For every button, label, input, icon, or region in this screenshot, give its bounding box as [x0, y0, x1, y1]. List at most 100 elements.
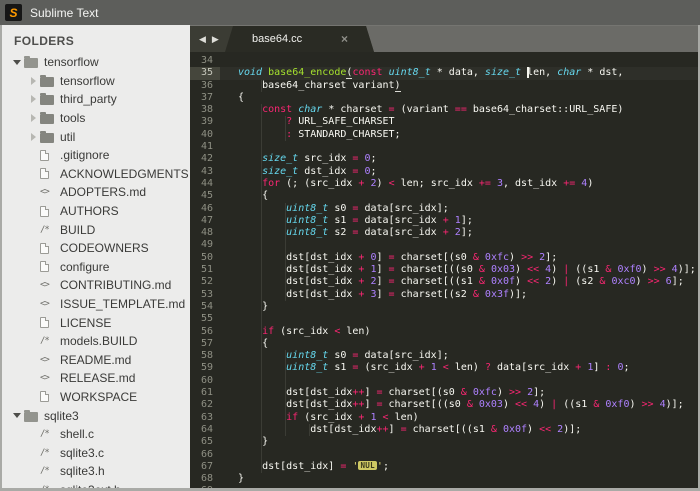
- code-line[interactable]: 40: STANDARD_CHARSET;: [190, 128, 698, 142]
- code-line[interactable]: 51 dst[dst_idx + 1] = charset[((s0 & 0x03…: [190, 264, 698, 277]
- tree-item[interactable]: third_party: [2, 90, 190, 109]
- code-line[interactable]: 57 {: [190, 337, 698, 351]
- tree-item[interactable]: /* sqlite3.c: [2, 443, 190, 462]
- code-line[interactable]: 64 dst[dst_idx++] = charset[((s1 & 0x0f) …: [190, 423, 698, 437]
- code-text[interactable]: {: [220, 190, 698, 203]
- code-line[interactable]: 68}: [190, 473, 698, 485]
- code-line[interactable]: 67 dst[dst_idx] = ' NUL ';: [190, 460, 698, 474]
- line-number[interactable]: 40: [190, 129, 220, 141]
- line-number[interactable]: 50: [190, 252, 220, 264]
- code-text[interactable]: base64_charset variant): [220, 79, 698, 92]
- line-number[interactable]: 56: [190, 326, 220, 338]
- code-text[interactable]: size_t src_idx = 0;: [220, 153, 698, 166]
- code-line[interactable]: 60: [190, 374, 698, 388]
- tree-item[interactable]: /* sqlite3.h: [2, 462, 190, 481]
- code-text[interactable]: [220, 374, 698, 388]
- collapse-icon[interactable]: [10, 59, 24, 65]
- code-line[interactable]: 46 uint8_t s0 = data[src_idx];: [190, 202, 698, 215]
- line-number[interactable]: 36: [190, 80, 220, 92]
- line-number[interactable]: 49: [190, 239, 220, 251]
- expand-icon[interactable]: [26, 114, 40, 123]
- tab-scroll-left-icon[interactable]: ◀: [199, 34, 206, 45]
- code-line[interactable]: 35 void base64_encode(const uint8_t * dat…: [190, 67, 698, 80]
- line-number[interactable]: 61: [190, 387, 220, 399]
- code-text[interactable]: dst[dst_idx++] = charset[(s0 & 0xfc) >> …: [220, 387, 698, 400]
- code-line[interactable]: 42 size_t src_idx = 0;: [190, 153, 698, 166]
- code-line[interactable]: 65}: [190, 436, 698, 449]
- code-line[interactable]: 43 size_t dst_idx = 0;: [190, 165, 698, 178]
- code-text[interactable]: ? URL_SAFE_CHARSET: [220, 116, 698, 129]
- tree-item[interactable]: .gitignore: [2, 146, 190, 165]
- code-text[interactable]: dst[dst_idx + 1] = charset[((s0 & 0x03) …: [220, 264, 698, 277]
- tree-item[interactable]: WORKSPACE: [2, 388, 190, 407]
- code-text[interactable]: [220, 55, 698, 67]
- tab-label[interactable]: base64.cc: [252, 33, 341, 45]
- code-text[interactable]: uint8_t s1 = data[src_idx + 1];: [220, 214, 698, 228]
- code-line[interactable]: 66: [190, 448, 698, 461]
- line-number[interactable]: 58: [190, 350, 220, 362]
- line-number[interactable]: 59: [190, 362, 220, 374]
- code-text[interactable]: {: [220, 92, 698, 104]
- code-text[interactable]: dst[dst_idx++] = charset[((s1 & 0x0f) <<…: [220, 423, 698, 437]
- code-text[interactable]: {: [220, 337, 698, 351]
- line-number[interactable]: 41: [190, 141, 220, 153]
- code-text[interactable]: const char * charset = (variant == base6…: [220, 104, 698, 117]
- code-line[interactable]: 54}: [190, 300, 698, 314]
- code-line[interactable]: 45 {: [190, 190, 698, 203]
- code-line[interactable]: 56 if (src_idx < len): [190, 325, 698, 338]
- code-line[interactable]: 61 dst[dst_idx++] = charset[(s0 & 0xfc) >…: [190, 387, 698, 400]
- code-text[interactable]: dst[dst_idx] = ' NUL ';: [220, 460, 698, 474]
- line-number[interactable]: 38: [190, 104, 220, 116]
- tab-close-icon[interactable]: ×: [341, 33, 348, 45]
- tree-item[interactable]: CODEOWNERS: [2, 239, 190, 258]
- code-line[interactable]: 53 dst[dst_idx + 3] = charset[(s2 & 0x3f)…: [190, 288, 698, 301]
- collapse-icon[interactable]: [10, 413, 24, 419]
- code-line[interactable]: 44 for (; (src_idx + 2) < len; src_idx +=…: [190, 177, 698, 191]
- line-number[interactable]: 53: [190, 289, 220, 301]
- tree-item[interactable]: sqlite3: [2, 406, 190, 425]
- line-number[interactable]: 43: [190, 166, 220, 178]
- code-text[interactable]: }: [220, 473, 698, 485]
- code-text[interactable]: [220, 239, 698, 252]
- tree-item[interactable]: <> RELEASE.md: [2, 369, 190, 388]
- code-text[interactable]: if (src_idx < len): [220, 325, 698, 338]
- tree-item[interactable]: tools: [2, 109, 190, 128]
- line-number[interactable]: 37: [190, 92, 220, 104]
- code-text[interactable]: dst[dst_idx + 3] = charset[(s2 & 0x3f)];: [220, 288, 698, 301]
- expand-icon[interactable]: [26, 76, 40, 85]
- code-text[interactable]: uint8_t s1 = (src_idx + 1 < len) ? data[…: [220, 362, 698, 375]
- tree-item[interactable]: /* models.BUILD: [2, 332, 190, 351]
- tree-item[interactable]: <> ADOPTERS.md: [2, 183, 190, 202]
- tree-item[interactable]: <> README.md: [2, 351, 190, 370]
- tree-item[interactable]: <> CONTRIBUTING.md: [2, 276, 190, 295]
- tree-item[interactable]: configure: [2, 258, 190, 277]
- code-text[interactable]: dst[dst_idx + 0] = charset[(s0 & 0xfc) >…: [220, 251, 698, 265]
- line-number[interactable]: 51: [190, 264, 220, 276]
- tree-item[interactable]: /* sqlite3ext.h: [2, 481, 190, 488]
- tree-item[interactable]: AUTHORS: [2, 202, 190, 221]
- code-area[interactable]: 34 35 void base64_encode(const uint8_t * d…: [190, 52, 698, 488]
- code-text[interactable]: dst[dst_idx + 2] = charset[((s1 & 0x0f) …: [220, 276, 698, 289]
- line-number[interactable]: 52: [190, 276, 220, 288]
- tree-item[interactable]: LICENSE: [2, 313, 190, 332]
- code-line[interactable]: 52 dst[dst_idx + 2] = charset[((s1 & 0x0f…: [190, 276, 698, 289]
- line-number[interactable]: 35: [190, 67, 220, 80]
- code-text[interactable]: uint8_t s0 = data[src_idx];: [220, 350, 698, 363]
- code-line[interactable]: 37 {: [190, 92, 698, 104]
- code-line[interactable]: 59 uint8_t s1 = (src_idx + 1 < len) ? dat…: [190, 362, 698, 375]
- tree-item[interactable]: tensorflow: [2, 53, 190, 72]
- line-number[interactable]: 68: [190, 473, 220, 485]
- code-line[interactable]: 48 uint8_t s2 = data[src_idx + 2];: [190, 227, 698, 240]
- code-line[interactable]: 41: [190, 141, 698, 154]
- code-text[interactable]: for (; (src_idx + 2) < len; src_idx += 3…: [220, 177, 698, 191]
- expand-icon[interactable]: [26, 95, 40, 104]
- tree-item[interactable]: /* BUILD: [2, 220, 190, 239]
- code-text[interactable]: uint8_t s0 = data[src_idx];: [220, 202, 698, 215]
- tree-item[interactable]: ACKNOWLEDGMENTS: [2, 165, 190, 184]
- code-text[interactable]: if (src_idx + 1 < len): [220, 411, 698, 424]
- code-text[interactable]: size_t dst_idx = 0;: [220, 165, 698, 178]
- line-number[interactable]: 54: [190, 301, 220, 313]
- line-number[interactable]: 63: [190, 412, 220, 424]
- code-text[interactable]: dst[dst_idx++] = charset[((s0 & 0x03) <<…: [220, 399, 698, 412]
- tab-base64[interactable]: base64.cc ×: [225, 26, 374, 52]
